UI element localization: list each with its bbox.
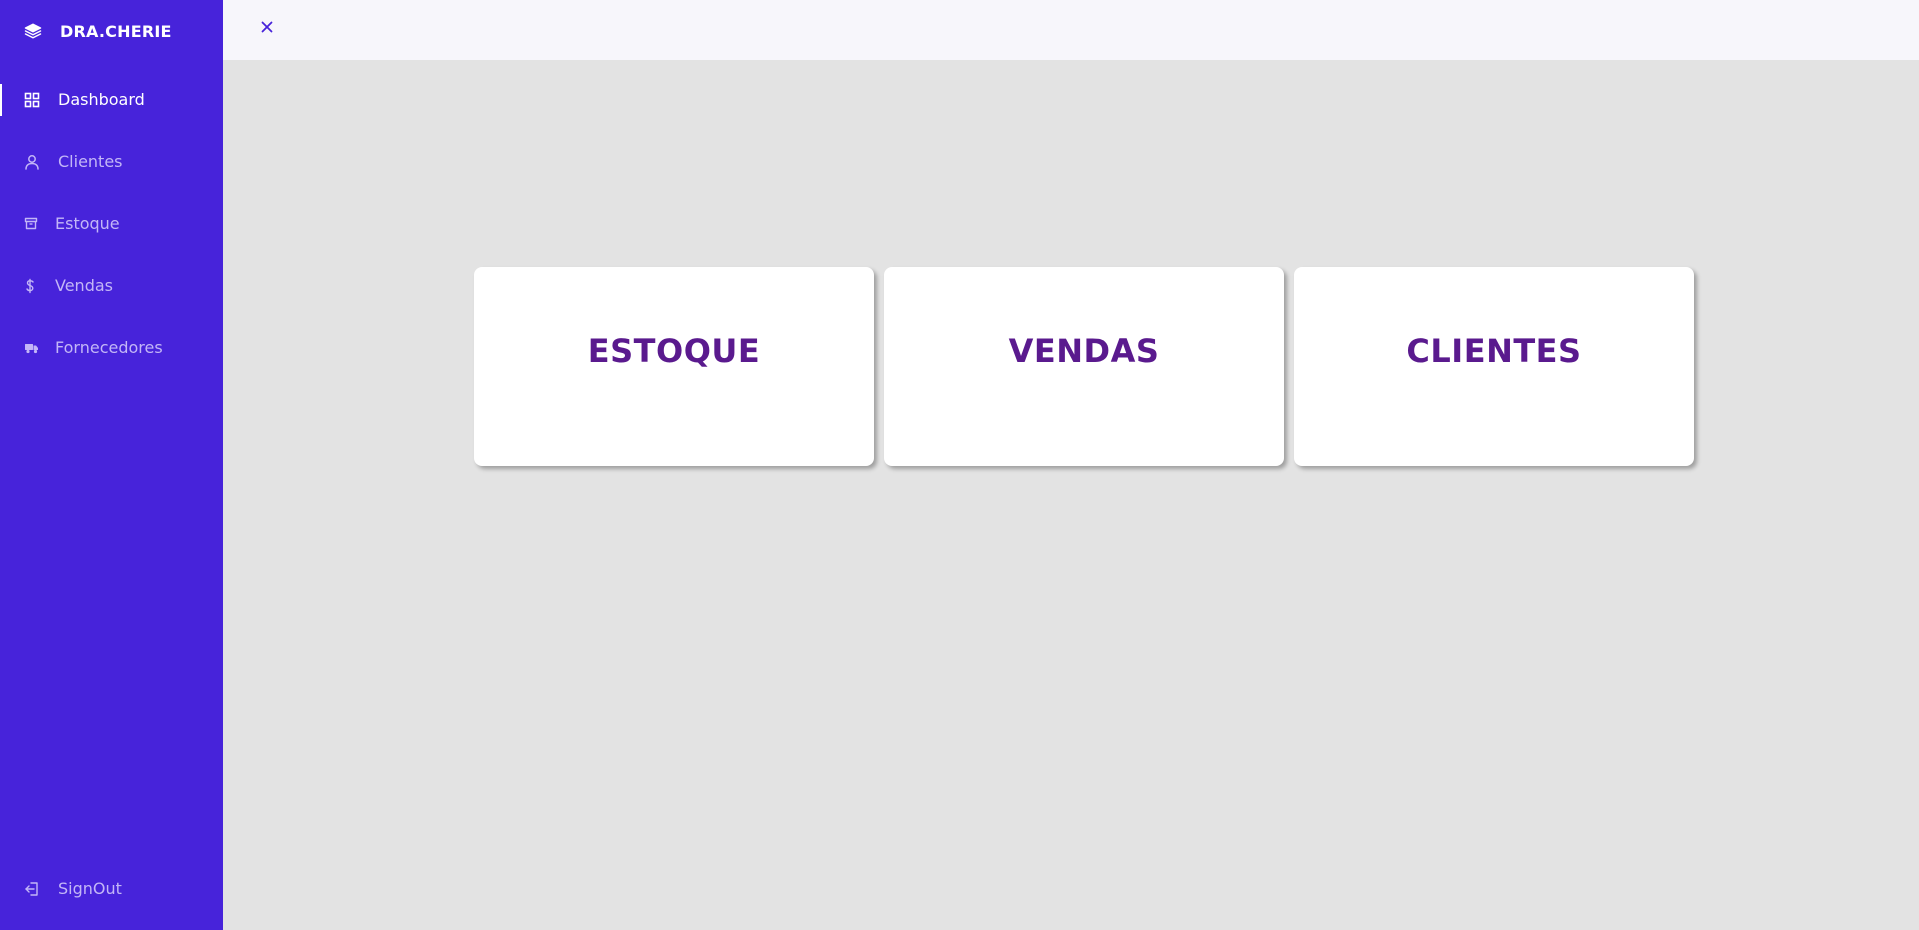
sidebar-item-vendas[interactable]: Vendas — [0, 266, 223, 306]
brand-name: DRA.CHERIE — [60, 21, 172, 41]
layers-icon — [24, 23, 42, 39]
sidebar-item-label: Dashboard — [58, 90, 145, 109]
sidebar-item-fornecedores[interactable]: Fornecedores — [0, 328, 223, 368]
sidebar-item-clientes[interactable]: Clientes — [0, 142, 223, 182]
sidebar-item-label: Fornecedores — [55, 338, 163, 357]
sidebar-item-label: Estoque — [55, 214, 120, 233]
signout-label: SignOut — [58, 879, 122, 898]
sidebar: DRA.CHERIE Dashboard Clientes Estoque Ve… — [0, 0, 223, 930]
sidebar-item-label: Clientes — [58, 152, 123, 171]
grid-icon — [24, 92, 40, 108]
card-estoque[interactable]: ESTOQUE — [474, 267, 874, 466]
sidebar-item-label: Vendas — [55, 276, 113, 295]
card-clientes[interactable]: CLIENTES — [1294, 267, 1694, 466]
card-title: CLIENTES — [1406, 332, 1582, 370]
archive-icon — [24, 217, 38, 230]
brand[interactable]: DRA.CHERIE — [24, 18, 172, 44]
close-icon — [261, 21, 273, 33]
sidebar-item-estoque[interactable]: Estoque — [0, 204, 223, 244]
close-button[interactable] — [256, 16, 278, 38]
card-vendas[interactable]: VENDAS — [884, 267, 1284, 466]
logout-icon — [25, 882, 38, 896]
app-root: DRA.CHERIE Dashboard Clientes Estoque Ve… — [0, 0, 1919, 930]
card-title: VENDAS — [1008, 332, 1160, 370]
user-icon — [25, 155, 39, 170]
truck-icon — [25, 344, 38, 354]
dollar-icon — [26, 278, 34, 294]
signout-button[interactable]: SignOut — [0, 869, 223, 909]
sidebar-item-dashboard[interactable]: Dashboard — [0, 80, 223, 120]
card-title: ESTOQUE — [587, 332, 761, 370]
topbar — [223, 0, 1919, 60]
